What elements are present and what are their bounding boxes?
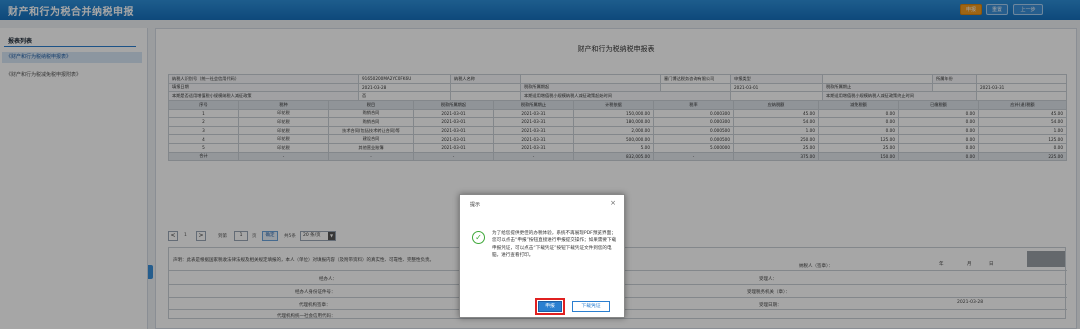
check-circle-icon: ✓ <box>472 231 485 244</box>
dialog-message: 为了给您提供更佳的办税体验，系统不再展现PDF预览界面；您可以点击“申报”按钮直… <box>492 231 617 258</box>
download-voucher-button[interactable]: 下载凭证 <box>572 301 610 312</box>
close-icon[interactable]: × <box>610 199 616 207</box>
dialog-declare-button[interactable]: 申报 <box>535 298 565 315</box>
notice-dialog: 提示 × ✓ 为了给您提供更佳的办税体验，系统不再展现PDF预览界面；您可以点击… <box>459 194 625 318</box>
dialog-title: 提示 <box>470 202 481 208</box>
